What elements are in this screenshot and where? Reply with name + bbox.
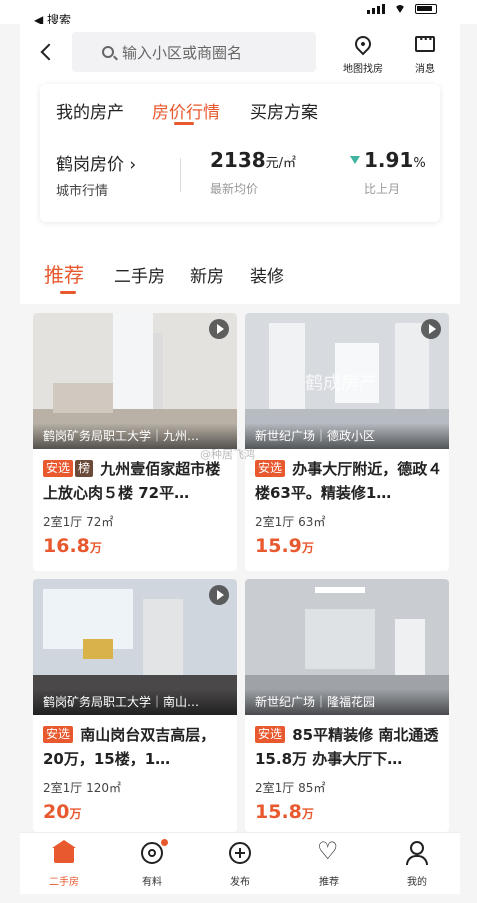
plus-circle-icon	[229, 842, 251, 864]
listing-location: 新世纪广场｜德政小区	[245, 423, 449, 449]
tab-publish[interactable]: 发布	[210, 841, 270, 888]
price-section: 我的房产 房价行情 买房方案 鹤岗房价 › 城市行情 2138元/㎡ 最新均价 …	[20, 84, 460, 304]
listing-card[interactable]: 鹤成房产 新世纪广场｜德政小区 安选 办事大厅附近，德政４楼63平。精装修1… …	[245, 313, 449, 571]
monthly-change-unit: %	[413, 156, 426, 171]
header: 输入小区或商圈名 地图找房 消息	[20, 24, 460, 84]
tab-label: 发布	[230, 877, 250, 888]
tab-recommend-bottom[interactable]: ♡ 推荐	[299, 837, 359, 888]
discover-icon	[141, 842, 163, 864]
category-active-indicator	[60, 291, 76, 294]
listing-price-unit: 万	[69, 807, 82, 821]
status-bar: ◀ 搜索	[0, 0, 477, 27]
listing-watermark: 鹤成房产	[305, 373, 377, 394]
safe-select-badge: 安选	[43, 460, 74, 477]
heart-icon: ♡	[317, 837, 339, 865]
status-icons	[367, 4, 437, 14]
listing-meta: 2室1厅 120㎡	[43, 781, 121, 795]
average-price-label: 最新均价	[210, 182, 259, 196]
search-placeholder: 输入小区或商圈名	[122, 43, 243, 62]
listing-photo: 鹤成房产 新世纪广场｜德政小区	[245, 313, 449, 449]
map-search-label: 地图找房	[343, 64, 383, 75]
wifi-icon	[395, 5, 405, 13]
tab-discover[interactable]: 有料	[122, 839, 182, 888]
divider	[180, 158, 181, 192]
city-price-link[interactable]: 鹤岗房价 ›	[56, 150, 136, 175]
tab-label: 推荐	[319, 877, 339, 888]
average-price-value: 2138	[210, 148, 266, 172]
play-video-icon[interactable]	[209, 319, 229, 339]
listing-title: 安选榜 九州壹佰家超市楼上放心肉５楼 72平…	[43, 457, 233, 505]
tab-house-price[interactable]: 房价行情	[152, 98, 220, 123]
tab-label: 有料	[142, 877, 162, 888]
city-market-label: 城市行情	[56, 184, 109, 199]
listing-meta: 2室1厅 63㎡	[255, 515, 326, 529]
search-input[interactable]: 输入小区或商圈名	[72, 32, 316, 72]
listing-photo: 新世纪广场｜隆福花园	[245, 579, 449, 715]
play-video-icon[interactable]	[421, 319, 441, 339]
tab-my-property[interactable]: 我的房产	[56, 98, 124, 123]
listing-title: 安选 南山岗台双吉高层，20万，15楼，1…	[43, 723, 233, 771]
listing-price-value: 20	[43, 801, 70, 823]
average-price-unit: 元/㎡	[265, 156, 297, 171]
monthly-change-label: 比上月	[364, 182, 401, 196]
tab-second-hand-home[interactable]: 二手房	[34, 840, 94, 888]
listing-card[interactable]: 鹤岗矿务局职工大学｜九州… 安选榜 九州壹佰家超市楼上放心肉５楼 72平… 2室…	[33, 313, 237, 571]
user-icon	[410, 841, 424, 855]
battery-icon	[415, 4, 437, 14]
listing-title: 安选 办事大厅附近，德政４楼63平。精装修1…	[255, 457, 445, 505]
listing-location: 新世纪广场｜隆福花园	[245, 689, 449, 715]
listing-price: 20万	[43, 801, 81, 823]
signal-icon	[367, 4, 385, 14]
listing-price: 16.8万	[43, 535, 102, 557]
listing-price-unit: 万	[89, 541, 102, 555]
listing-price: 15.9万	[255, 535, 314, 557]
monthly-change-value: 1.91	[364, 148, 414, 172]
bottom-tab-bar: 二手房 有料 发布 ♡ 推荐 我的	[20, 832, 460, 894]
search-icon	[102, 46, 114, 58]
notification-dot	[161, 839, 168, 846]
rank-badge: 榜	[75, 460, 94, 477]
trend-down-icon	[350, 156, 360, 164]
home-icon	[52, 840, 76, 863]
listing-location: 鹤岗矿务局职工大学｜南山…	[33, 689, 237, 715]
messages-label: 消息	[415, 64, 435, 75]
tab-second-hand[interactable]: 二手房	[114, 262, 165, 287]
tab-label: 我的	[407, 877, 427, 888]
listing-price-unit: 万	[301, 541, 314, 555]
messages-button[interactable]: 消息	[400, 32, 450, 80]
listing-photo: 鹤岗矿务局职工大学｜九州…	[33, 313, 237, 449]
listing-price-value: 15.9	[255, 535, 302, 557]
monthly-change: 1.91%	[364, 148, 426, 172]
play-video-icon[interactable]	[209, 585, 229, 605]
back-button[interactable]	[34, 36, 64, 68]
listing-price-value: 16.8	[43, 535, 90, 557]
safe-select-badge: 安选	[255, 460, 286, 477]
tab-renovation[interactable]: 装修	[250, 262, 284, 287]
listing-title: 安选 85平精装修 南北通透 15.8万 办事大厅下…	[255, 723, 445, 771]
listing-meta: 2室1厅 85㎡	[255, 781, 326, 795]
listing-photo: 鹤岗矿务局职工大学｜南山…	[33, 579, 237, 715]
chevron-left-icon	[40, 43, 58, 61]
listing-price: 15.8万	[255, 801, 314, 823]
map-search-button[interactable]: 地图找房	[338, 32, 388, 80]
listing-price-value: 15.8	[255, 801, 302, 823]
tab-new-homes[interactable]: 新房	[190, 262, 224, 287]
listing-card[interactable]: 新世纪广场｜隆福花园 安选 85平精装修 南北通透 15.8万 办事大厅下… 2…	[245, 579, 449, 832]
safe-select-badge: 安选	[255, 726, 286, 743]
listing-meta: 2室1厅 72㎡	[43, 515, 114, 529]
average-price: 2138元/㎡	[210, 148, 296, 172]
tab-recommend[interactable]: 推荐	[44, 259, 84, 288]
tab-buying-plan[interactable]: 买房方案	[250, 98, 318, 123]
listing-card[interactable]: 鹤岗矿务局职工大学｜南山… 安选 南山岗台双吉高层，20万，15楼，1… 2室1…	[33, 579, 237, 832]
map-pin-icon	[351, 32, 375, 56]
weibo-watermark: @种居飞鸿	[200, 448, 255, 461]
listing-price-unit: 万	[301, 807, 314, 821]
tab-mine[interactable]: 我的	[387, 841, 447, 888]
safe-select-badge: 安选	[43, 726, 74, 743]
active-tab-indicator	[174, 122, 194, 125]
tab-label: 二手房	[49, 877, 79, 888]
message-icon	[415, 32, 435, 52]
